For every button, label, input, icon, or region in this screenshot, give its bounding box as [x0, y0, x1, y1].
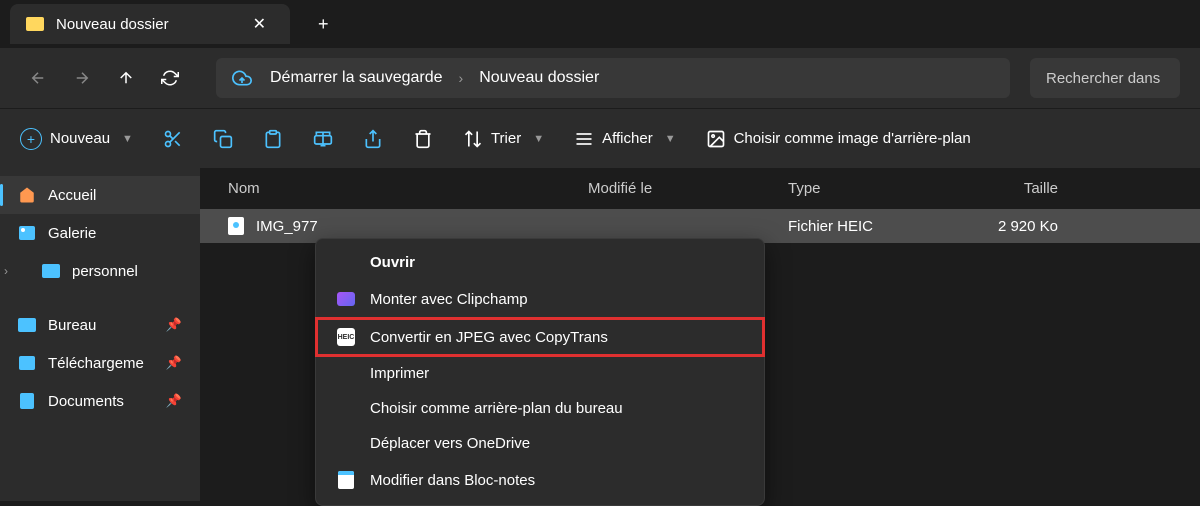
ctx-copytrans-label: Convertir en JPEG avec CopyTrans: [370, 329, 608, 346]
folder-icon: [42, 262, 60, 280]
ctx-open-label: Ouvrir: [370, 254, 415, 271]
ctx-onedrive[interactable]: Déplacer vers OneDrive: [316, 426, 764, 461]
pin-icon: 📌: [166, 317, 182, 333]
ctx-copytrans[interactable]: HEIC Convertir en JPEG avec CopyTrans: [316, 318, 764, 356]
download-icon: [18, 354, 36, 372]
view-button[interactable]: Afficher ▼: [574, 129, 675, 149]
trash-icon: [413, 129, 433, 149]
refresh-button[interactable]: [152, 60, 188, 96]
close-tab-icon[interactable]: ✕: [245, 10, 274, 38]
folder-icon: [26, 17, 44, 31]
breadcrumb-current[interactable]: Nouveau dossier: [471, 69, 607, 87]
toolbar: + Nouveau ▼ Trier ▼: [0, 108, 1200, 168]
pin-icon: 📌: [166, 393, 182, 409]
file-type: Fichier HEIC: [788, 218, 948, 235]
share-button[interactable]: [363, 129, 383, 149]
ctx-notepad-label: Modifier dans Bloc-notes: [370, 472, 535, 489]
chevron-down-icon: ▼: [665, 133, 676, 145]
search-placeholder: Rechercher dans: [1046, 70, 1160, 87]
sidebar-gallery-label: Galerie: [48, 225, 96, 242]
back-button[interactable]: [20, 60, 56, 96]
cut-icon: [163, 129, 183, 149]
ctx-wallpaper[interactable]: Choisir comme arrière-plan du bureau: [316, 391, 764, 426]
share-icon: [363, 129, 383, 149]
clipchamp-icon: [336, 289, 356, 309]
window-tab[interactable]: Nouveau dossier ✕: [10, 4, 290, 44]
desktop-icon: [18, 316, 36, 334]
chevron-down-icon: ▼: [533, 133, 544, 145]
sidebar: Accueil Galerie › personnel Bureau 📌 Tél…: [0, 168, 200, 501]
column-name[interactable]: Nom: [228, 180, 588, 197]
gallery-icon: [18, 224, 36, 242]
sidebar-item-desktop[interactable]: Bureau 📌: [0, 306, 200, 344]
column-headers: Nom Modifié le Type Taille: [200, 168, 1200, 209]
ctx-clipchamp[interactable]: Monter avec Clipchamp: [316, 280, 764, 318]
new-label: Nouveau: [50, 130, 110, 147]
sidebar-item-downloads[interactable]: Téléchargeme 📌: [0, 344, 200, 382]
sidebar-item-gallery[interactable]: Galerie: [0, 214, 200, 252]
sidebar-personal-label: personnel: [72, 263, 138, 280]
view-label: Afficher: [602, 130, 653, 147]
tab-title: Nouveau dossier: [56, 16, 233, 33]
file-name: IMG_977: [256, 218, 318, 235]
ctx-notepad[interactable]: Modifier dans Bloc-notes: [316, 461, 764, 499]
heic-icon: HEIC: [336, 327, 356, 347]
view-icon: [574, 129, 594, 149]
cloud-icon: [232, 68, 252, 88]
rename-icon: [313, 129, 333, 149]
paste-icon: [263, 129, 283, 149]
ctx-onedrive-label: Déplacer vers OneDrive: [370, 435, 530, 452]
sidebar-documents-label: Documents: [48, 393, 124, 410]
sidebar-downloads-label: Téléchargeme: [48, 355, 144, 372]
breadcrumb-root[interactable]: Démarrer la sauvegarde: [262, 69, 451, 87]
ctx-print-label: Imprimer: [370, 365, 429, 382]
titlebar: Nouveau dossier ✕ +: [0, 0, 1200, 48]
ctx-wallpaper-label: Choisir comme arrière-plan du bureau: [370, 400, 623, 417]
ctx-print[interactable]: Imprimer: [316, 356, 764, 391]
paste-button[interactable]: [263, 129, 283, 149]
rename-button[interactable]: [313, 129, 333, 149]
up-button[interactable]: [108, 60, 144, 96]
file-icon: [228, 217, 244, 235]
image-icon: [706, 129, 726, 149]
set-background-button[interactable]: Choisir comme image d'arrière-plan: [706, 129, 971, 149]
search-input[interactable]: Rechercher dans: [1030, 58, 1180, 98]
home-icon: [18, 186, 36, 204]
file-size: 2 920 Ko: [948, 218, 1058, 235]
sidebar-home-label: Accueil: [48, 187, 96, 204]
column-modified[interactable]: Modifié le: [588, 180, 788, 197]
sidebar-item-documents[interactable]: Documents 📌: [0, 382, 200, 420]
chevron-down-icon: ▼: [122, 133, 133, 145]
sort-label: Trier: [491, 130, 521, 147]
sort-button[interactable]: Trier ▼: [463, 129, 544, 149]
background-label: Choisir comme image d'arrière-plan: [734, 130, 971, 147]
chevron-right-icon: ›: [4, 264, 8, 278]
content-area: Nom Modifié le Type Taille IMG_977 Fichi…: [200, 168, 1200, 501]
plus-icon: +: [20, 128, 42, 150]
new-tab-button[interactable]: +: [310, 6, 337, 43]
copy-button[interactable]: [213, 129, 233, 149]
breadcrumb[interactable]: Démarrer la sauvegarde › Nouveau dossier: [216, 58, 1010, 98]
navbar: Démarrer la sauvegarde › Nouveau dossier…: [0, 48, 1200, 108]
delete-button[interactable]: [413, 129, 433, 149]
sidebar-item-home[interactable]: Accueil: [0, 176, 200, 214]
sidebar-desktop-label: Bureau: [48, 317, 96, 334]
chevron-right-icon: ›: [451, 70, 472, 86]
sidebar-item-personal[interactable]: › personnel: [0, 252, 200, 290]
sort-icon: [463, 129, 483, 149]
forward-button[interactable]: [64, 60, 100, 96]
ctx-open[interactable]: Ouvrir: [316, 245, 764, 280]
column-type[interactable]: Type: [788, 180, 948, 197]
copy-icon: [213, 129, 233, 149]
cut-button[interactable]: [163, 129, 183, 149]
main-area: Accueil Galerie › personnel Bureau 📌 Tél…: [0, 168, 1200, 501]
pin-icon: 📌: [166, 355, 182, 371]
ctx-clipchamp-label: Monter avec Clipchamp: [370, 291, 528, 308]
context-menu: Ouvrir Monter avec Clipchamp HEIC Conver…: [315, 238, 765, 506]
notepad-icon: [336, 470, 356, 490]
column-size[interactable]: Taille: [948, 180, 1058, 197]
document-icon: [18, 392, 36, 410]
new-button[interactable]: + Nouveau ▼: [20, 128, 133, 150]
